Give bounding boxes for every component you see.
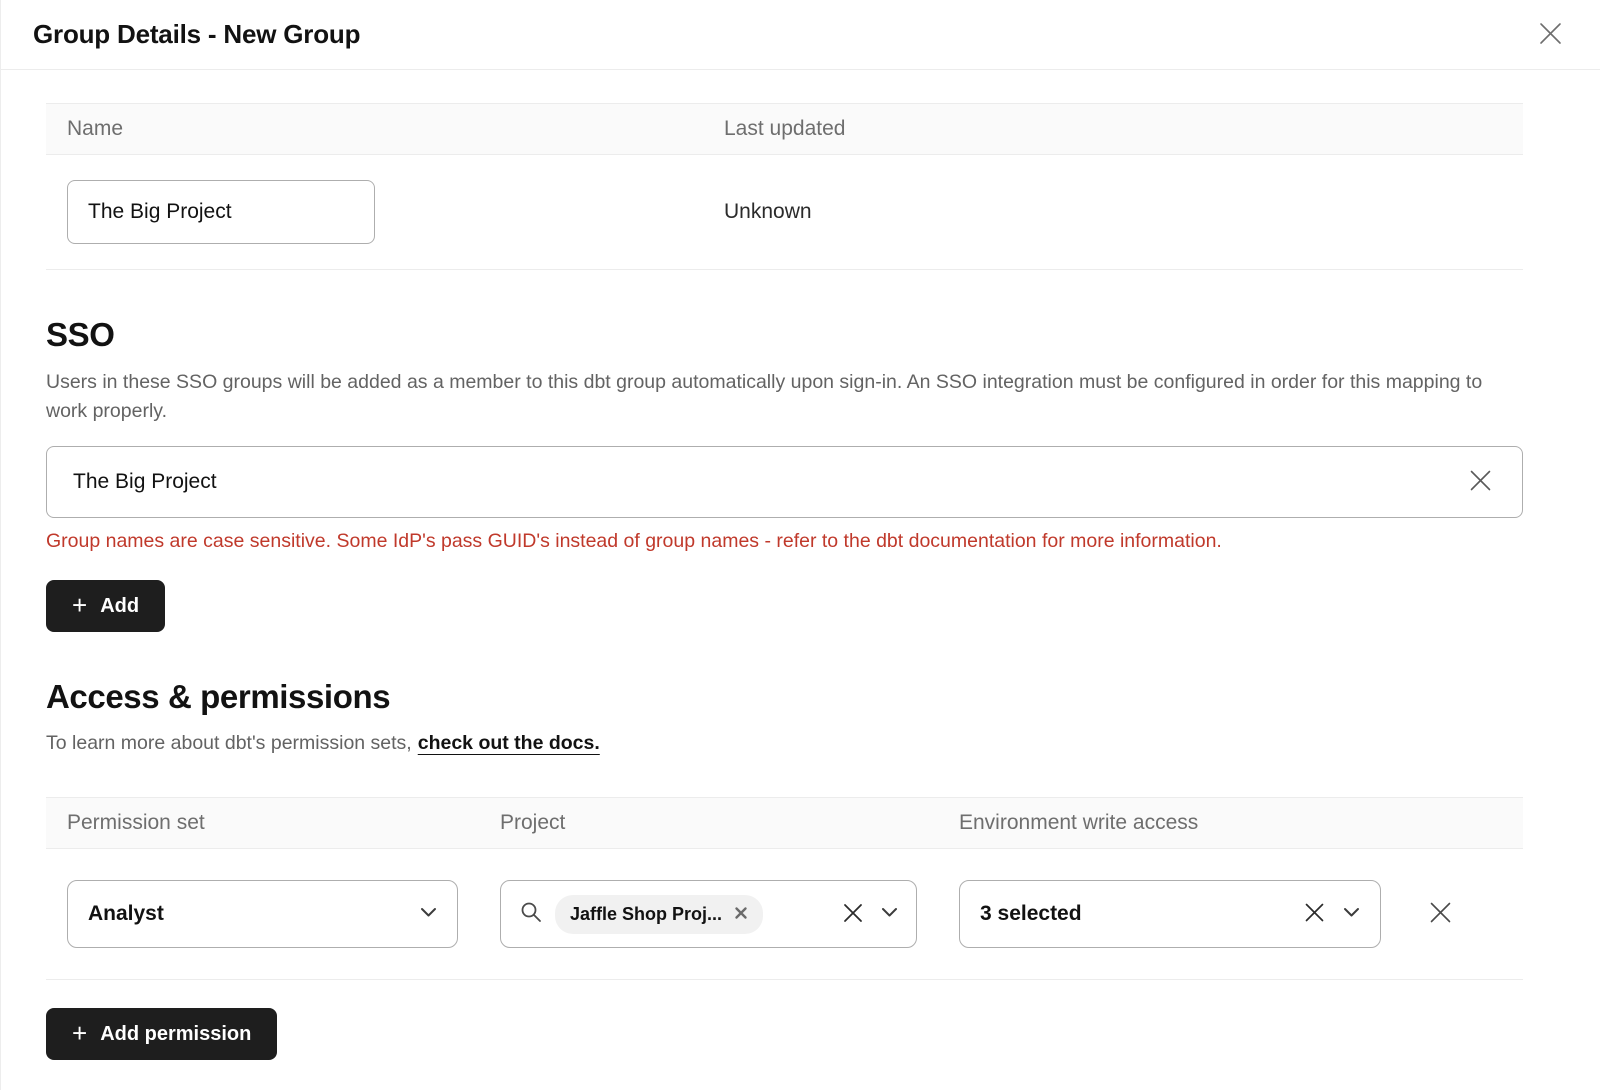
clear-icon bbox=[841, 901, 865, 928]
environment-cell: 3 selected bbox=[938, 880, 1523, 948]
plus-icon: + bbox=[72, 592, 87, 618]
chevron-down-icon bbox=[881, 905, 898, 923]
sso-group-field bbox=[46, 446, 1523, 518]
sso-add-button[interactable]: + Add bbox=[46, 580, 165, 632]
column-header-name: Name bbox=[46, 104, 703, 154]
access-description-text: To learn more about dbt's permission set… bbox=[46, 732, 412, 754]
column-header-environment-write-access: Environment write access bbox=[938, 798, 1523, 848]
plus-icon: + bbox=[72, 1020, 87, 1046]
column-header-last-updated: Last updated bbox=[703, 104, 1523, 154]
chevron-down-icon bbox=[420, 905, 437, 923]
permissions-table-header: Permission set Project Environment write… bbox=[46, 798, 1523, 849]
add-permission-button-label: Add permission bbox=[100, 1023, 251, 1046]
permission-set-value: Analyst bbox=[88, 902, 408, 926]
environment-selected-value: 3 selected bbox=[980, 902, 1286, 926]
permission-row: Analyst Jaffle Shop Proj... bbox=[46, 849, 1523, 980]
remove-permission-row-button[interactable] bbox=[1423, 895, 1458, 933]
column-header-project: Project bbox=[479, 798, 938, 848]
add-permission-button[interactable]: + Add permission bbox=[46, 1008, 277, 1060]
environment-write-access-select[interactable]: 3 selected bbox=[959, 880, 1381, 948]
tag-remove-icon bbox=[734, 906, 748, 923]
access-permissions-heading: Access & permissions bbox=[46, 678, 1523, 716]
sso-description: Users in these SSO groups will be added … bbox=[46, 368, 1516, 426]
remove-row-icon bbox=[1427, 899, 1454, 929]
clear-icon bbox=[1467, 467, 1494, 497]
modal-content: Name Last updated Unknown SSO Users in t… bbox=[1, 103, 1600, 1090]
modal-header: Group Details - New Group bbox=[1, 0, 1600, 70]
permission-set-cell: Analyst bbox=[46, 880, 479, 948]
column-header-permission-set: Permission set bbox=[46, 798, 479, 848]
chevron-down-icon bbox=[1343, 905, 1360, 923]
close-button[interactable] bbox=[1533, 16, 1568, 54]
last-updated-cell: Unknown bbox=[703, 200, 1523, 224]
sso-group-clear-button[interactable] bbox=[1463, 463, 1498, 501]
sso-error-message: Group names are case sensitive. Some IdP… bbox=[46, 528, 1523, 554]
group-details-table: Name Last updated Unknown bbox=[46, 103, 1523, 270]
sso-add-button-label: Add bbox=[100, 595, 139, 618]
access-description: To learn more about dbt's permission set… bbox=[46, 732, 1523, 755]
name-cell bbox=[46, 180, 703, 244]
sso-group-input[interactable] bbox=[71, 469, 1463, 495]
close-icon bbox=[1537, 20, 1564, 50]
details-table-header: Name Last updated bbox=[46, 104, 1523, 155]
permission-set-select[interactable]: Analyst bbox=[67, 880, 458, 948]
environment-clear-button[interactable] bbox=[1298, 896, 1331, 932]
project-tag-label: Jaffle Shop Proj... bbox=[570, 904, 722, 925]
project-cell: Jaffle Shop Proj... bbox=[479, 880, 938, 948]
details-table-row: Unknown bbox=[46, 155, 1523, 270]
project-clear-button[interactable] bbox=[837, 897, 869, 932]
sso-heading: SSO bbox=[46, 316, 1523, 354]
clear-icon bbox=[1302, 900, 1327, 928]
modal-title: Group Details - New Group bbox=[33, 19, 360, 50]
project-tag-remove-button[interactable] bbox=[734, 906, 748, 923]
docs-link[interactable]: check out the docs. bbox=[418, 732, 600, 754]
project-combobox[interactable]: Jaffle Shop Proj... bbox=[500, 880, 917, 948]
permissions-table: Permission set Project Environment write… bbox=[46, 797, 1523, 980]
group-name-input[interactable] bbox=[67, 180, 375, 244]
last-updated-value: Unknown bbox=[724, 200, 812, 224]
group-details-modal: Group Details - New Group Name Last upda… bbox=[0, 0, 1600, 1090]
project-tag: Jaffle Shop Proj... bbox=[555, 895, 763, 934]
search-icon bbox=[519, 900, 543, 929]
